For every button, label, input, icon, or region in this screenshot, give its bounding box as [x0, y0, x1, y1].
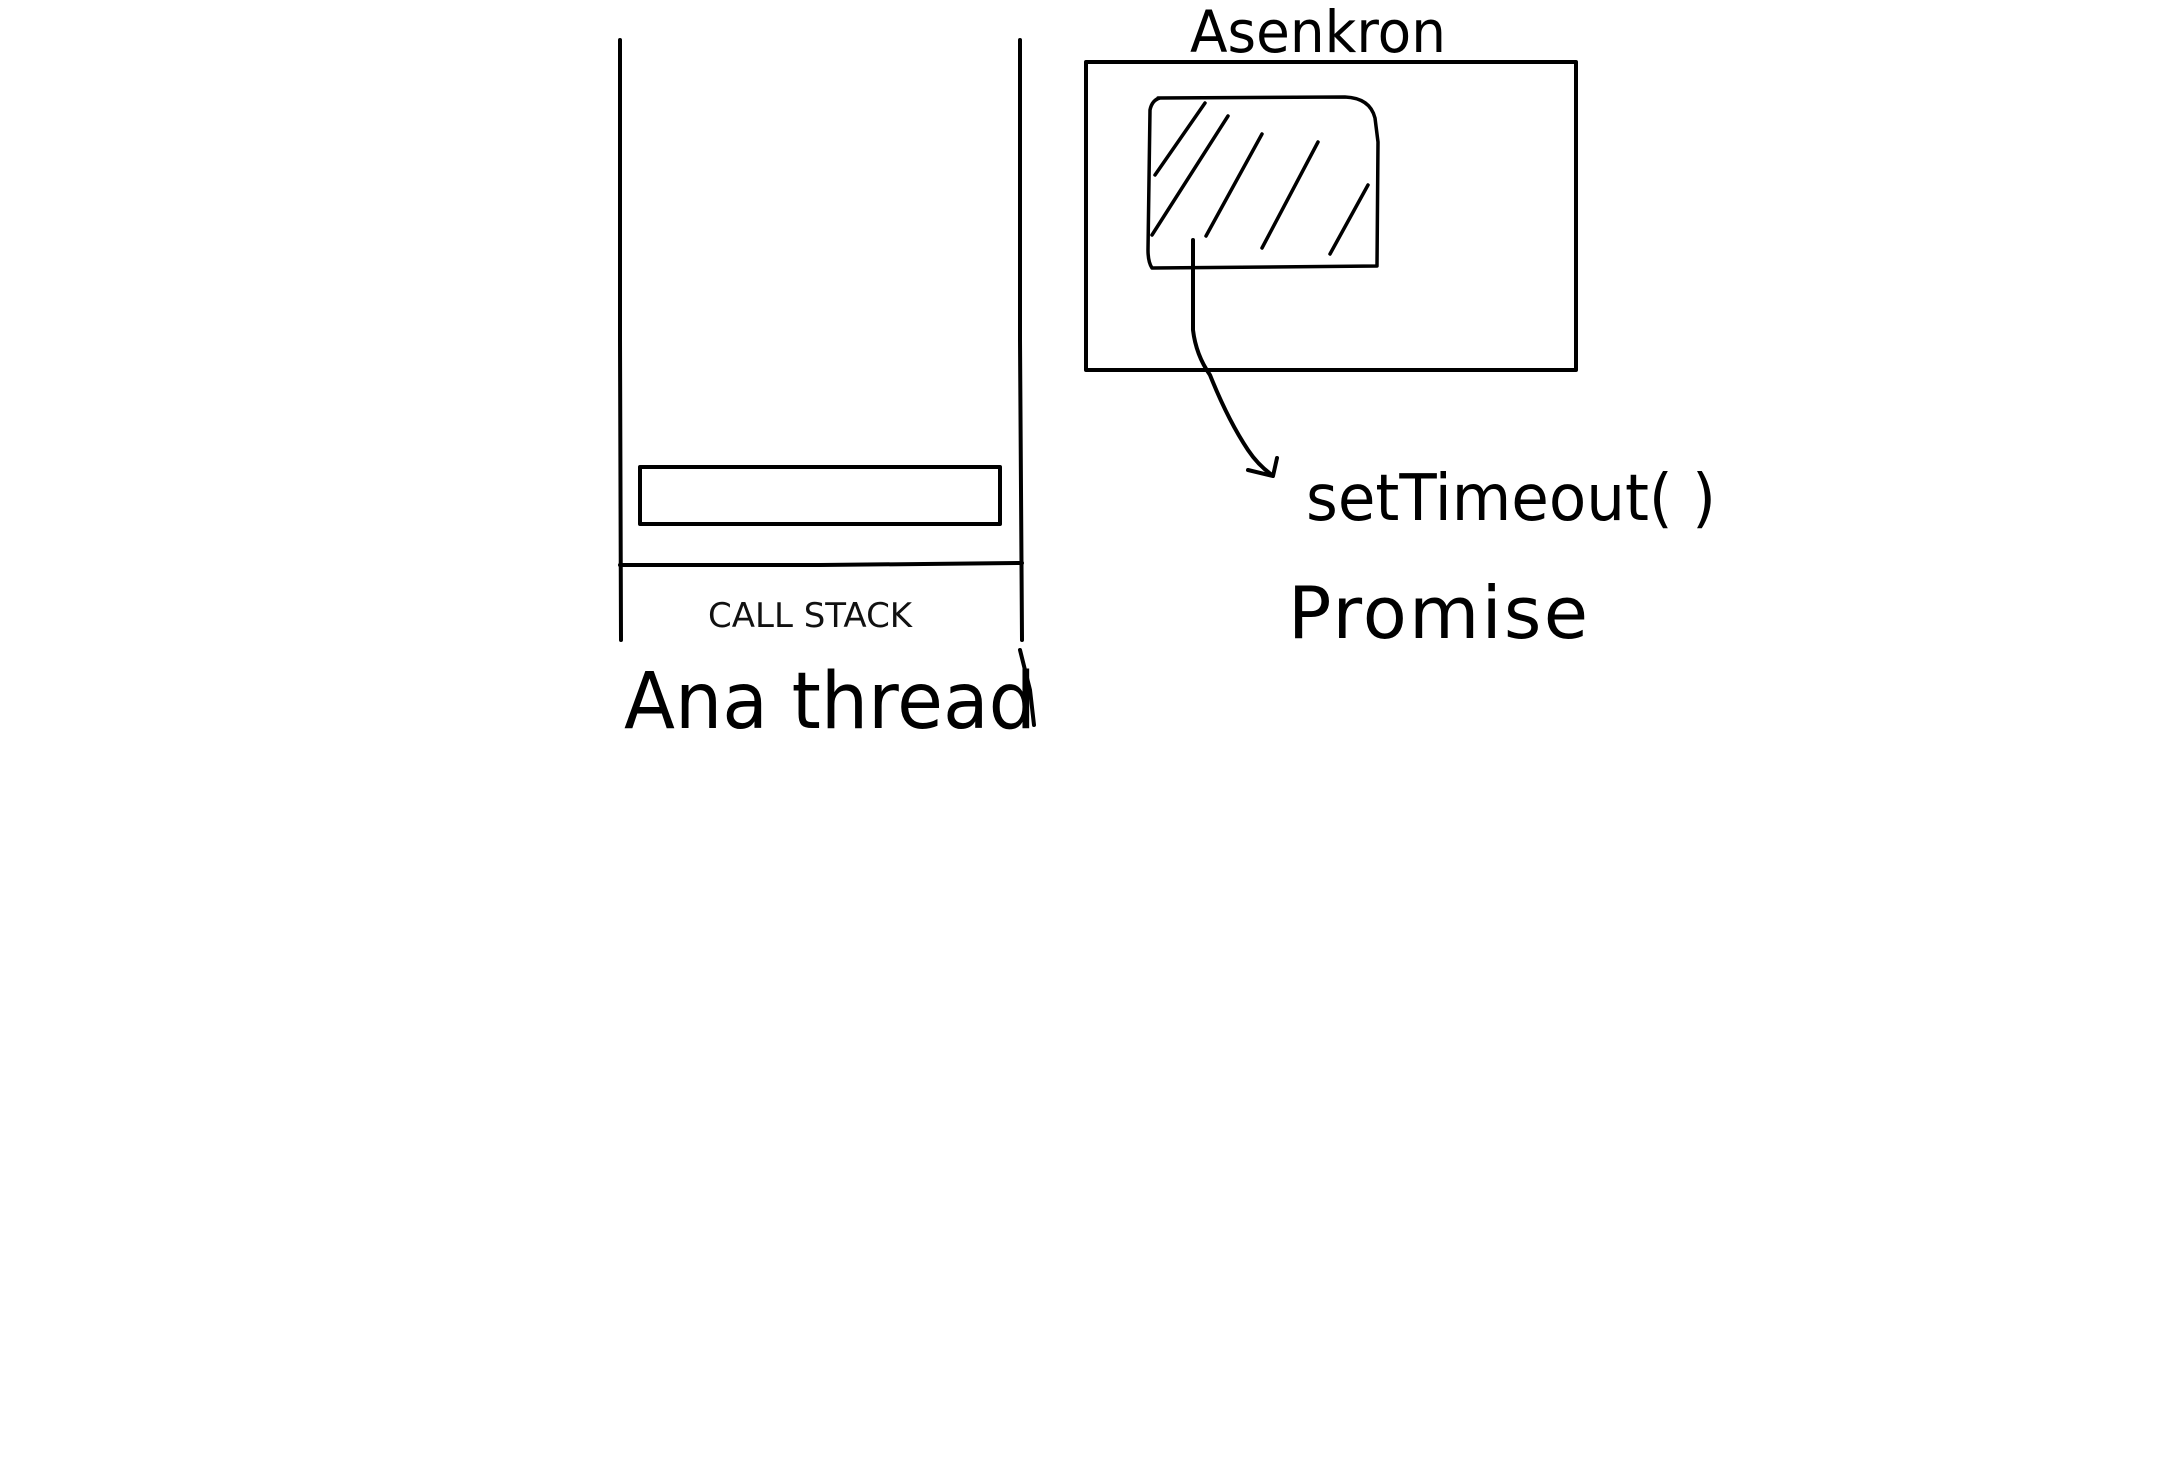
task-block-outline: [1146, 95, 1380, 270]
async-item-promise: Promise: [1288, 571, 1588, 655]
async-area-diagram: Asenkron: [1084, 0, 1578, 478]
whiteboard-canvas: CALL STACK Ana thread Asenkron setTimeou…: [618, 0, 1716, 747]
task-connector-arrow: [1191, 238, 1274, 477]
async-task-block: [1146, 95, 1380, 270]
call-stack-diagram: CALL STACK Ana thread: [618, 38, 1036, 747]
async-item-settimeout: setTimeout( ): [1306, 462, 1716, 536]
call-stack-label: CALL STACK: [708, 596, 914, 636]
task-hatch-5: [1328, 183, 1370, 256]
task-hatch-3: [1204, 132, 1264, 238]
task-hatch-4: [1260, 140, 1320, 250]
async-area-box: [1084, 60, 1578, 372]
main-thread-label: Ana thread: [624, 657, 1036, 747]
call-stack-floor: [618, 561, 1024, 567]
async-area-label: Asenkron: [1190, 0, 1446, 66]
call-stack-right-wall: [1018, 38, 1024, 642]
async-api-list: setTimeout( ) Promise: [1288, 462, 1716, 655]
call-stack-frame: [638, 465, 1002, 526]
call-stack-left-wall: [618, 38, 623, 642]
